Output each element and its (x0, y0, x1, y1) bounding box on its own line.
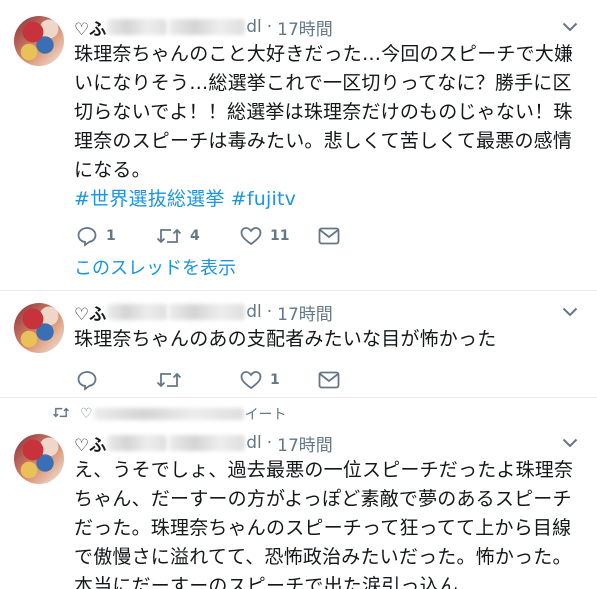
redacted-handle (169, 19, 246, 35)
like-button[interactable]: 11 (240, 224, 289, 248)
tweet-header: ♡ふ dl · 17時間 (74, 15, 333, 40)
avatar[interactable] (14, 303, 64, 353)
tweet-actions: 1 4 11 (74, 224, 374, 248)
tweet-body: 珠理奈ちゃんのこと大好きだった…今回のスピーチで大嫌いになりそう…総選挙これで一… (74, 43, 574, 181)
timestamp[interactable]: 17時間 (277, 431, 333, 456)
separator: · (266, 17, 273, 37)
tweet-actions: 1 (74, 368, 374, 392)
avatar[interactable] (14, 16, 64, 66)
tweet-text: 珠理奈ちゃんのあの支配者みたいな目が怖かった (74, 325, 588, 354)
tweet-body: 珠理奈ちゃんのあの支配者みたいな目が怖かった (74, 328, 497, 350)
reply-icon (76, 369, 98, 391)
hashtags[interactable]: #世界選抜総選挙 #fujitv (74, 188, 296, 210)
chevron-down-icon[interactable] (559, 16, 581, 38)
redacted-retweeter (93, 408, 244, 420)
like-count: 1 (270, 372, 280, 388)
timestamp[interactable]: 17時間 (277, 15, 333, 40)
redacted-handle (169, 435, 246, 451)
like-count: 11 (270, 228, 290, 244)
timestamp[interactable]: 17時間 (277, 300, 333, 325)
reply-count: 1 (106, 228, 116, 244)
direct-message-button[interactable] (318, 368, 340, 392)
chevron-down-icon[interactable] (559, 301, 581, 323)
like-icon (240, 226, 262, 246)
redacted-name (107, 435, 168, 451)
tweet-header: ♡ふ dl · 17時間 (74, 300, 333, 325)
retweet-context-prefix: ♡ (80, 406, 93, 422)
show-thread-link[interactable]: このスレッドを表示 (74, 254, 236, 280)
tweet[interactable]: ♡ふ dl · 17時間 珠理奈ちゃんのこと大好きだった…今回のスピーチで大嫌い… (0, 0, 597, 291)
separator: · (266, 433, 273, 453)
retweet-icon (156, 226, 182, 246)
handle[interactable]: dl (246, 302, 262, 322)
tweet-text: え、うそでしょ、過去最悪の一位スピーチだったよ珠理奈ちゃん、だーすーの方がよっぽ… (74, 456, 588, 589)
retweet-context[interactable]: ♡ イート (52, 404, 287, 424)
display-name[interactable]: ♡ふ (74, 300, 106, 325)
like-button[interactable]: 1 (240, 368, 280, 392)
tweet[interactable]: ♡ふ dl · 17時間 珠理奈ちゃんのあの支配者みたいな目が怖かった 1 (0, 291, 597, 398)
display-name[interactable]: ♡ふ (74, 15, 106, 40)
direct-message-icon (318, 371, 340, 389)
retweet-button[interactable]: 4 (156, 224, 200, 248)
redacted-name (107, 304, 168, 320)
handle[interactable]: dl (246, 17, 262, 37)
tweet-header: ♡ふ dl · 17時間 (74, 431, 333, 456)
handle[interactable]: dl (246, 433, 262, 453)
redacted-name (107, 19, 168, 35)
avatar[interactable] (14, 434, 64, 484)
reply-icon (76, 225, 98, 247)
tweet[interactable]: ♡ イート ♡ふ dl · 17時間 え、うそでしょ、過去最悪の一位スピーチだっ… (0, 398, 597, 589)
chevron-down-icon[interactable] (559, 432, 581, 454)
direct-message-icon (318, 227, 340, 245)
timeline-feed: ♡ふ dl · 17時間 珠理奈ちゃんのこと大好きだった…今回のスピーチで大嫌い… (0, 0, 597, 589)
redacted-handle (169, 304, 246, 320)
reply-button[interactable]: 1 (76, 224, 116, 248)
direct-message-button[interactable] (318, 224, 340, 248)
retweet-context-icon (52, 406, 70, 423)
retweet-count: 4 (190, 228, 200, 244)
retweet-button[interactable] (156, 368, 182, 392)
reply-button[interactable] (76, 368, 98, 392)
tweet-text: 珠理奈ちゃんのこと大好きだった…今回のスピーチで大嫌いになりそう…総選挙これで一… (74, 40, 588, 214)
retweet-icon (156, 370, 182, 390)
retweet-context-suffix: イート (244, 407, 287, 423)
display-name[interactable]: ♡ふ (74, 431, 106, 456)
tweet-body: え、うそでしょ、過去最悪の一位スピーチだったよ珠理奈ちゃん、だーすーの方がよっぽ… (74, 459, 574, 589)
separator: · (266, 302, 273, 322)
like-icon (240, 370, 262, 390)
